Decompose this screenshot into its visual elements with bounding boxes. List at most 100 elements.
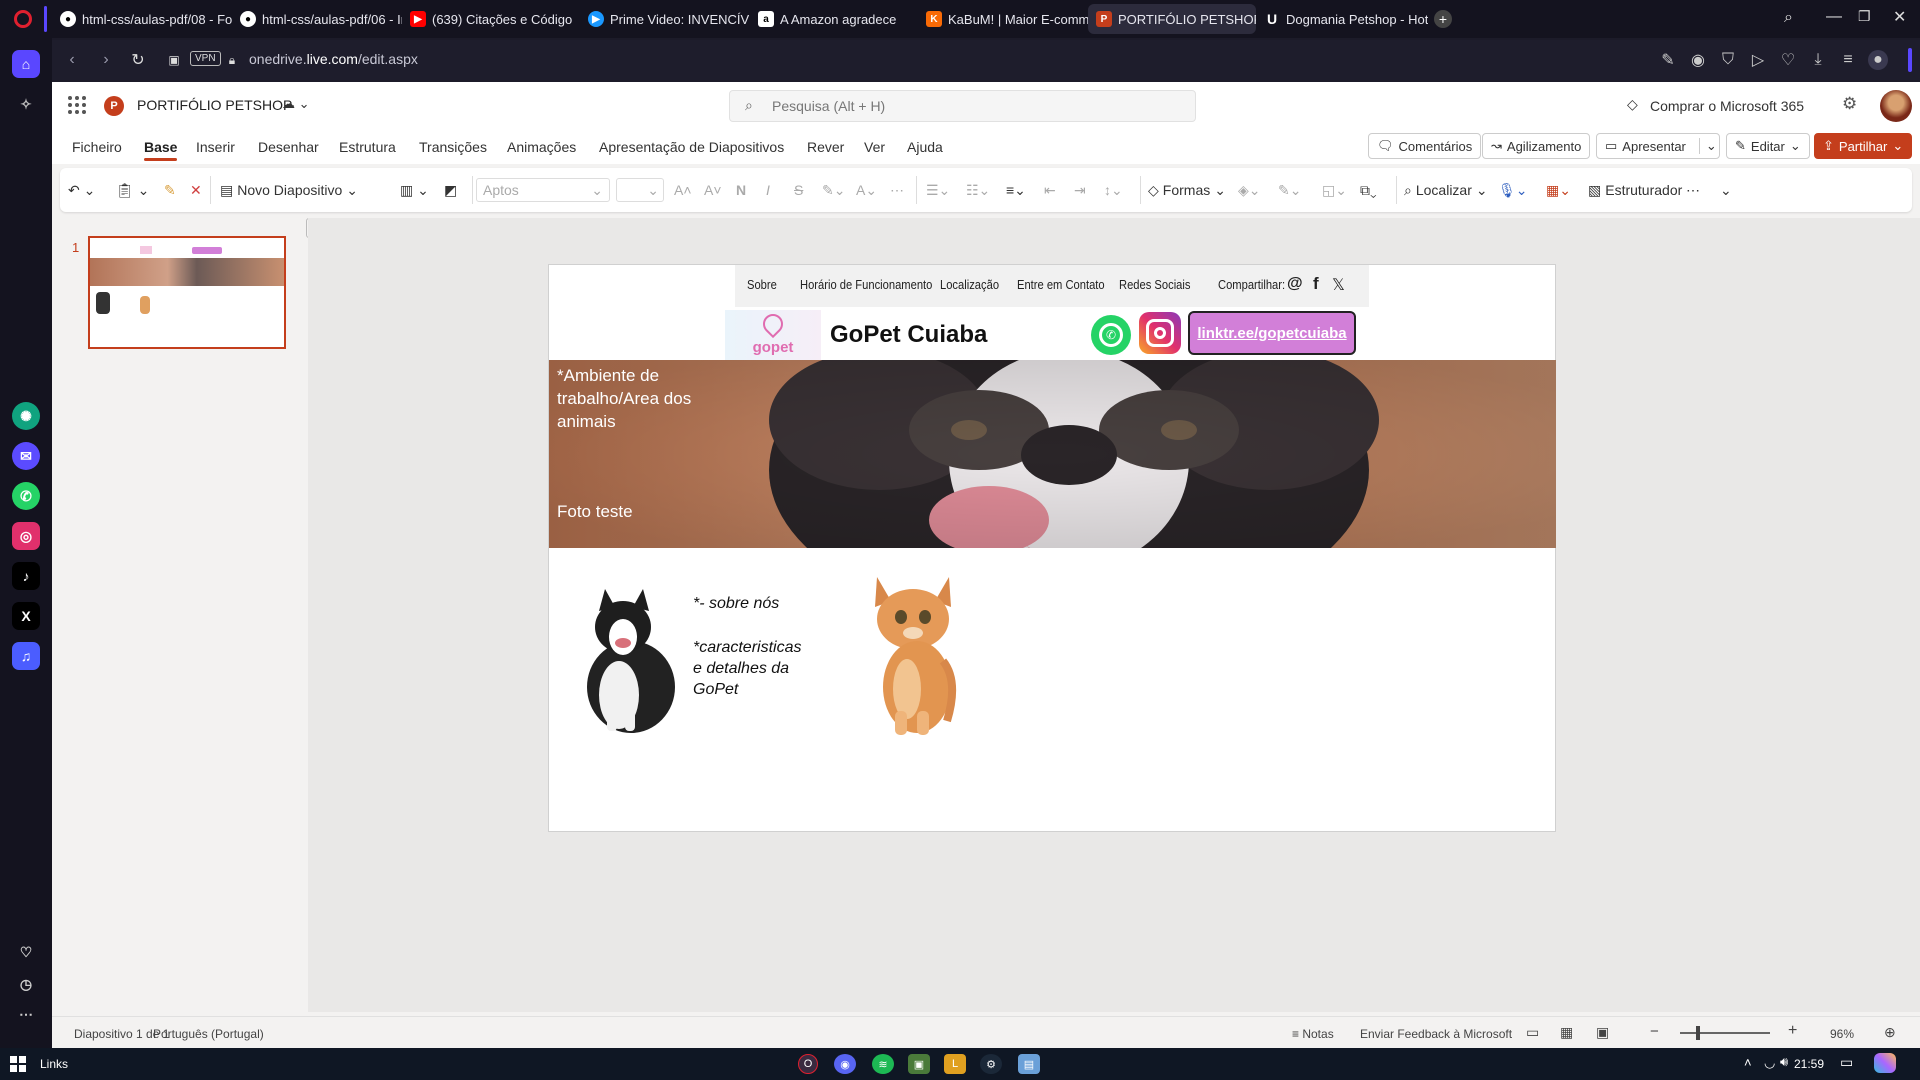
heart-icon[interactable]: ♡	[1778, 50, 1798, 70]
addins-icon[interactable]: ▦⌄	[1546, 178, 1571, 202]
tab-ver[interactable]: Ver	[864, 139, 885, 155]
font-name-dropdown[interactable]: Aptos ⌄	[476, 178, 610, 202]
steam-taskbar-icon[interactable]: ⚙	[980, 1054, 1002, 1074]
threads-icon[interactable]: @	[1287, 275, 1303, 293]
sorter-view-icon[interactable]: ▦	[1560, 1024, 1573, 1041]
browser-tab[interactable]: ▶ Prime Video: INVENCÍVEL	[580, 4, 750, 34]
clock[interactable]: 21:59	[1794, 1057, 1824, 1071]
browser-tab[interactable]: ● html-css/aulas-pdf/08 - Fo	[52, 4, 232, 34]
new-tab-button[interactable]: +	[1434, 10, 1452, 28]
download-icon[interactable]: ⤓	[1808, 50, 1828, 70]
zoom-out-icon[interactable]: −	[1650, 1023, 1659, 1040]
strikethrough-icon[interactable]: S	[794, 178, 803, 202]
tab-apresentacao[interactable]: Apresentação de Diapositivos	[599, 139, 784, 155]
facebook-icon[interactable]: f	[1313, 274, 1319, 294]
catchup-button[interactable]: ↝ Agilizamento	[1482, 133, 1591, 159]
shape-outline-icon[interactable]: ✎⌄	[1278, 178, 1301, 202]
zoom-in-icon[interactable]: +	[1788, 1022, 1797, 1040]
instagram-icon[interactable]	[1139, 312, 1181, 354]
tab-ficheiro[interactable]: Ficheiro	[72, 139, 122, 155]
clear-format-icon[interactable]: ✕	[190, 178, 202, 202]
shrink-font-icon[interactable]: A˅	[704, 178, 722, 202]
comments-button[interactable]: 🗨︎ Comentários	[1368, 133, 1482, 159]
chatgpt-icon[interactable]: ✺	[12, 402, 40, 430]
pinboard-icon[interactable]: ✧	[12, 90, 40, 118]
x-icon[interactable]: X	[12, 602, 40, 630]
more-options-icon[interactable]: ⋯	[1686, 178, 1700, 202]
slide-nav-horario[interactable]: Horário de Funcionamento	[800, 277, 932, 292]
align-icon[interactable]: ≡⌄	[1006, 178, 1026, 202]
links-toolbar-label[interactable]: Links	[40, 1057, 68, 1071]
forward-icon[interactable]: ›	[96, 50, 116, 70]
player-icon[interactable]: ▷	[1748, 50, 1768, 70]
slide-nav-localizacao[interactable]: Localização	[940, 277, 999, 292]
opera-logo-icon[interactable]	[14, 10, 32, 28]
back-icon[interactable]: ‹	[62, 50, 82, 70]
vpn-badge[interactable]: VPN	[190, 51, 221, 66]
browser-tab[interactable]: ● html-css/aulas-pdf/06 - Im	[232, 4, 402, 34]
windows-start-icon[interactable]	[10, 1056, 26, 1072]
italic-icon[interactable]: I	[766, 178, 770, 202]
avatar[interactable]	[1880, 90, 1912, 122]
browser-tab[interactable]: K KaBuM! | Maior E-commer	[918, 4, 1088, 34]
bullets-icon[interactable]: ☰⌄	[926, 178, 950, 202]
reload-icon[interactable]: ↻	[128, 50, 148, 70]
tray-chevron-icon[interactable]: ˄	[1744, 1055, 1752, 1070]
instagram-icon[interactable]: ◎	[12, 522, 40, 550]
numbering-icon[interactable]: ☷⌄	[966, 178, 990, 202]
zoom-slider[interactable]	[1680, 1026, 1770, 1040]
tab-estrutura[interactable]: Estrutura	[339, 139, 396, 155]
slide-nav-bar[interactable]: Sobre Horário de Funcionamento Localizaç…	[735, 265, 1369, 307]
find-button[interactable]: ⌕ Localizar ⌄	[1404, 178, 1488, 202]
line-spacing-icon[interactable]: ↕⌄	[1104, 178, 1123, 202]
more-font-icon[interactable]: ⋯	[890, 178, 904, 202]
reset-slide-icon[interactable]: ◩	[444, 178, 457, 202]
font-size-dropdown[interactable]: ⌄	[616, 178, 664, 202]
font-color-icon[interactable]: A⌄	[856, 178, 877, 202]
whatsapp-icon[interactable]: ✆	[12, 482, 40, 510]
whatsapp-icon[interactable]: ✆	[1091, 315, 1131, 355]
app-launcher-icon[interactable]	[68, 96, 86, 114]
discord-taskbar-icon[interactable]: ◉	[834, 1054, 856, 1074]
grow-font-icon[interactable]: A˄	[674, 178, 692, 202]
search-tabs-icon[interactable]: ⌕	[1784, 9, 1793, 27]
copilot-icon[interactable]	[1874, 1053, 1896, 1073]
zoom-level[interactable]: 96%	[1830, 1027, 1854, 1041]
share-button[interactable]: ⇪ Partilhar ⌄	[1814, 133, 1913, 159]
browser-tab[interactable]: U Dogmania Petshop - Hote	[1256, 4, 1428, 34]
format-painter-icon[interactable]: ✎	[164, 178, 176, 202]
settings-icon[interactable]: ⚙	[1842, 94, 1857, 114]
linktree-link[interactable]: linktr.ee/gopetcuiaba	[1197, 325, 1346, 342]
language-indicator[interactable]: Português (Portugal)	[153, 1027, 264, 1041]
edit-mode-button[interactable]: ✎ Editar ⌄	[1726, 133, 1810, 159]
wifi-icon[interactable]: ◡	[1764, 1055, 1775, 1071]
reading-view-icon[interactable]: ▣	[1596, 1024, 1609, 1041]
banner-dog-photo[interactable]: *Ambiente de trabalho/Area dos animais F…	[549, 360, 1556, 548]
favorites-icon[interactable]: ♡	[12, 938, 40, 966]
highlight-icon[interactable]: ✎⌄	[822, 178, 845, 202]
zoom-slider-thumb[interactable]	[1696, 1026, 1700, 1040]
more-icon[interactable]: ⋯	[12, 1000, 40, 1028]
chevron-down-icon[interactable]: ⌄	[1698, 138, 1717, 154]
saved-status-icon[interactable]: ☁︎ ⌄	[282, 96, 310, 112]
tab-ajuda[interactable]: Ajuda	[907, 139, 943, 155]
indent-increase-icon[interactable]: ⇥	[1074, 178, 1086, 202]
tab-animacoes[interactable]: Animações	[507, 139, 576, 155]
paste-icon[interactable]: 📋︎ ⌄	[116, 178, 149, 202]
new-slide-button[interactable]: ▤ Novo Diapositivo ⌄	[220, 178, 358, 202]
x-icon[interactable]: 𝕏	[1332, 275, 1345, 295]
undo-icon[interactable]: ↶ ⌄	[68, 178, 95, 202]
document-title[interactable]: PORTIFÓLIO PETSHOP	[137, 97, 292, 113]
arrange-icon[interactable]: ⧉⌄	[1360, 178, 1377, 202]
tab-transicoes[interactable]: Transições	[419, 139, 487, 155]
designer-button[interactable]: ▧ Estruturador	[1588, 178, 1682, 202]
indent-decrease-icon[interactable]: ⇤	[1044, 178, 1056, 202]
restore-icon[interactable]: ❐	[1858, 8, 1871, 25]
tab-rever[interactable]: Rever	[807, 139, 844, 155]
close-icon[interactable]: ✕	[1893, 7, 1906, 27]
present-button[interactable]: ▭ Apresentar ⌄	[1596, 133, 1720, 159]
normal-view-icon[interactable]: ▭	[1526, 1024, 1539, 1041]
slide[interactable]: Sobre Horário de Funcionamento Localizaç…	[548, 264, 1556, 832]
home-icon[interactable]: ⌂	[12, 50, 40, 78]
browser-tab[interactable]: a A Amazon agradece	[750, 4, 920, 34]
